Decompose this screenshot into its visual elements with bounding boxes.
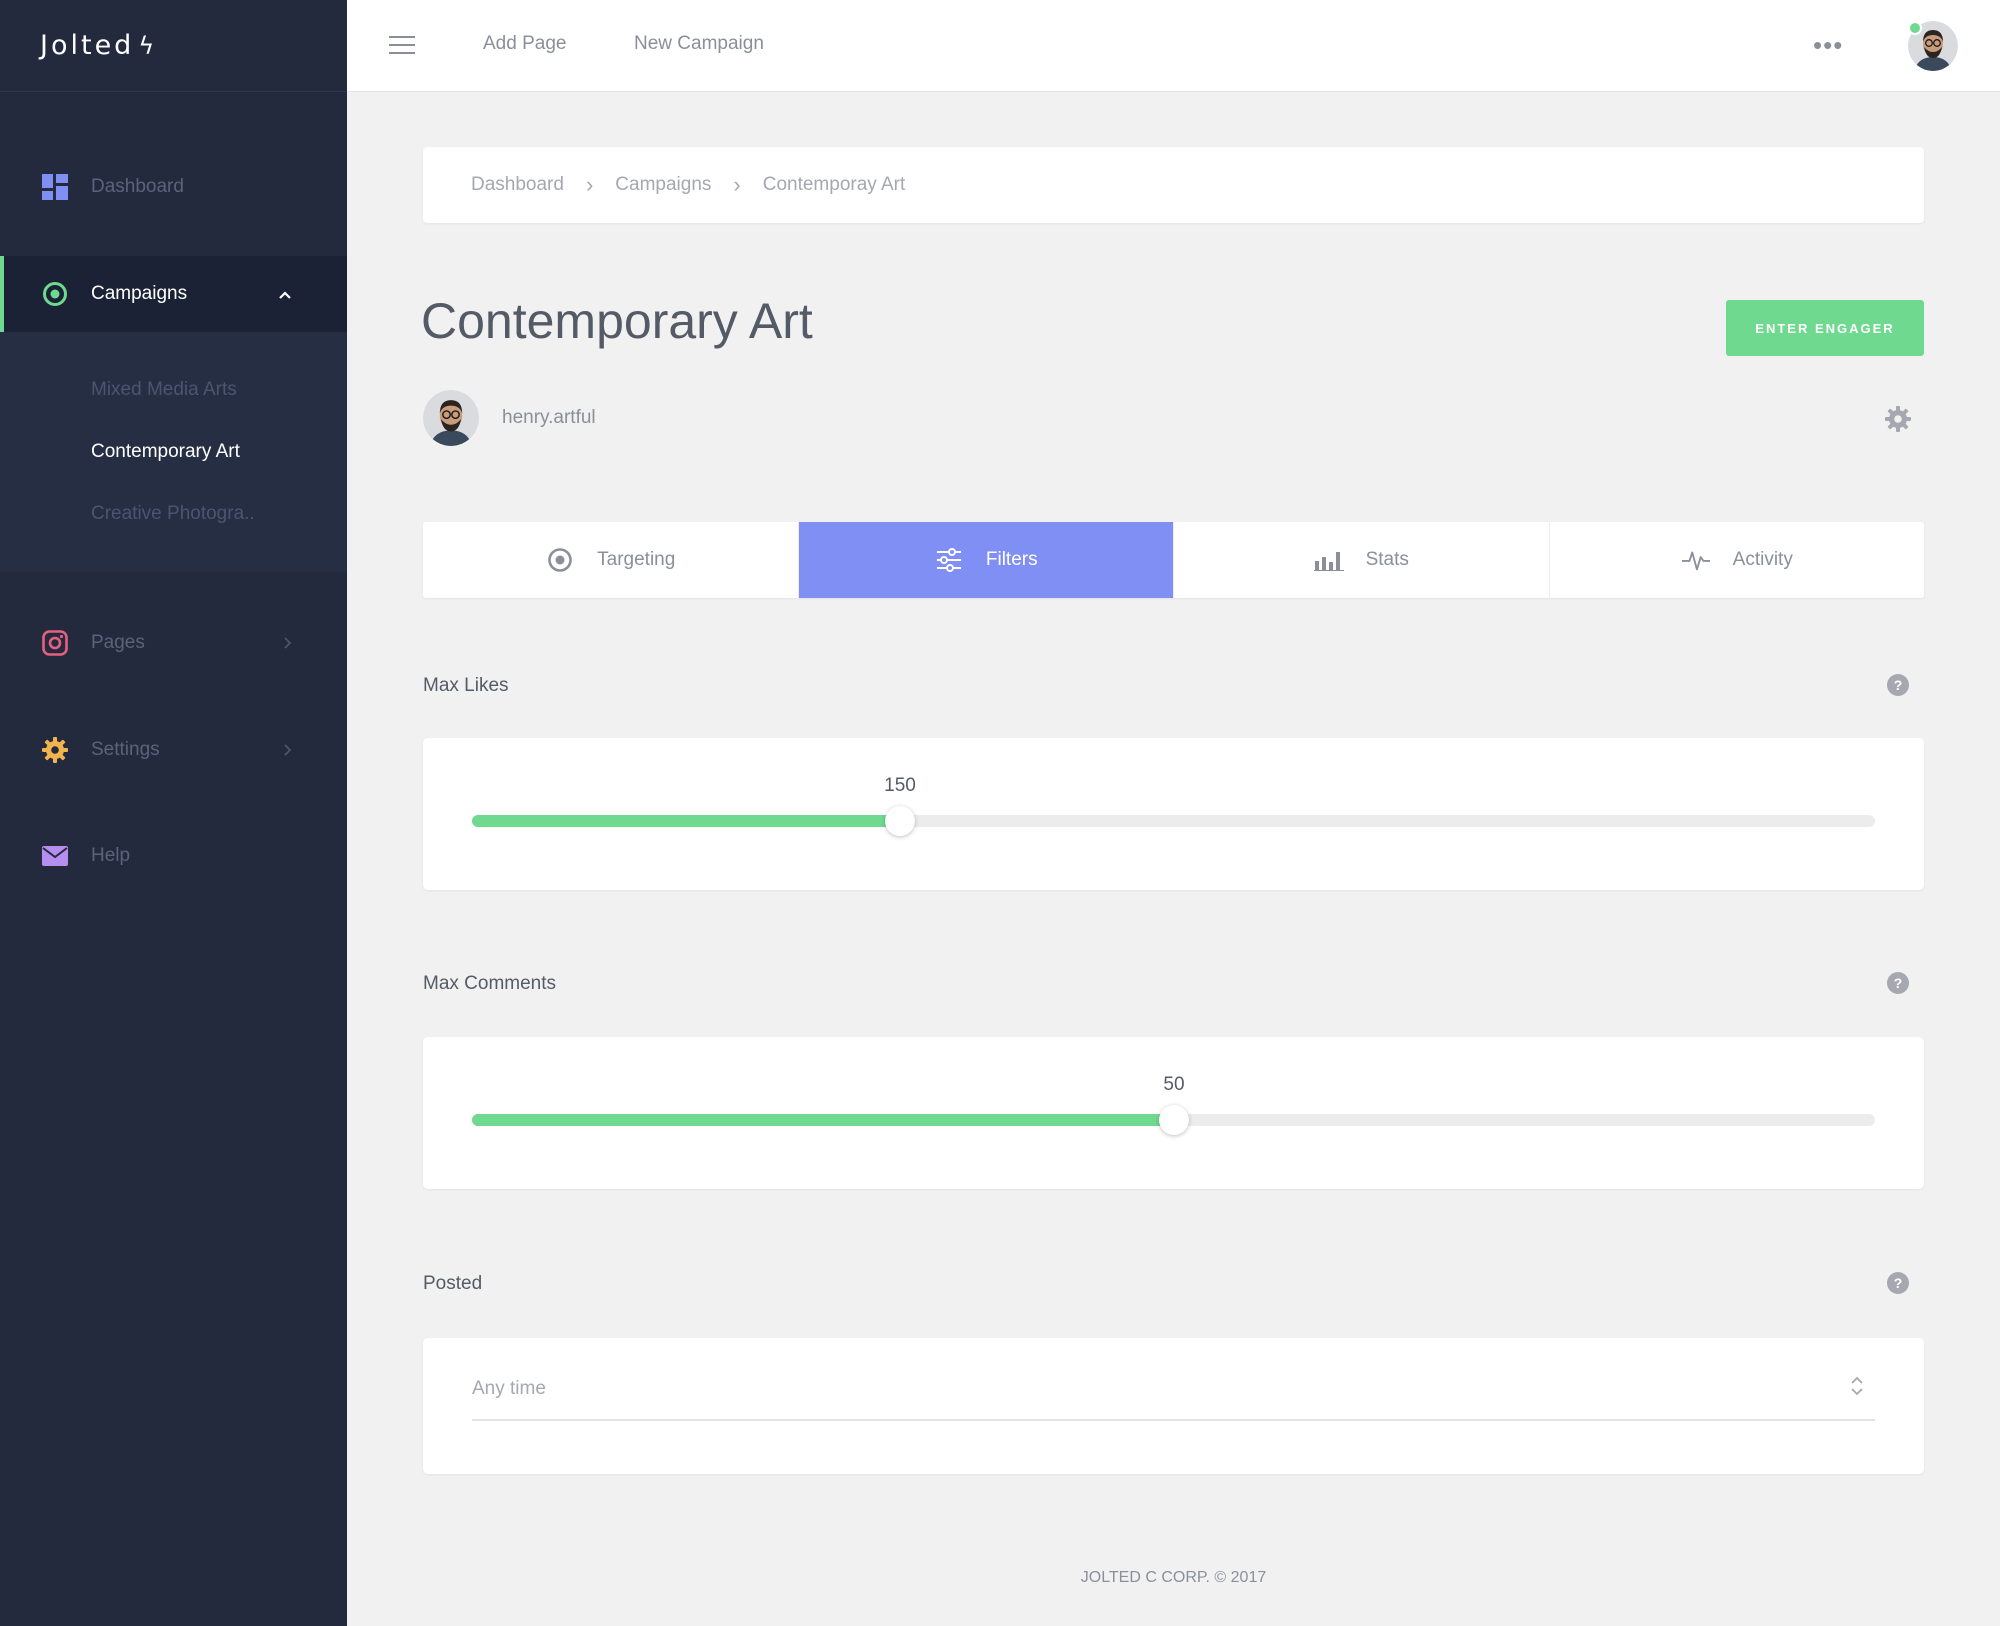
instagram-icon — [41, 629, 69, 657]
slider-thumb[interactable] — [1159, 1105, 1189, 1135]
sidebar-item-label: Help — [91, 845, 131, 866]
sidebar-item-label: Settings — [91, 739, 160, 760]
sidebar-item-pages[interactable]: Pages — [0, 605, 347, 681]
tab-label: Activity — [1732, 549, 1793, 570]
help-icon[interactable]: ? — [1887, 674, 1909, 696]
posted-select-value: Any time — [472, 1378, 546, 1399]
target-icon — [41, 280, 69, 308]
top-bar: Add Page New Campaign ••• — [347, 0, 2000, 92]
slider-thumb[interactable] — [885, 806, 915, 836]
add-page-link[interactable]: Add Page — [483, 33, 566, 55]
more-options-icon[interactable]: ••• — [1813, 30, 1843, 61]
sidebar-item-campaigns[interactable]: Campaigns — [0, 256, 347, 332]
posted-select[interactable]: Any time — [472, 1374, 1875, 1421]
max-comments-label: Max Comments — [423, 973, 557, 994]
max-comments-card: 50 — [423, 1037, 1924, 1189]
tab-stats[interactable]: Stats — [1174, 522, 1550, 598]
tab-activity[interactable]: Activity — [1550, 522, 1925, 598]
max-likes-value: 150 — [884, 775, 916, 796]
chevron-right-icon: › — [733, 172, 741, 197]
bolt-icon: ϟ — [138, 32, 158, 60]
online-status-dot — [1908, 21, 1922, 35]
sidebar-item-dashboard[interactable]: Dashboard — [0, 149, 347, 225]
hamburger-menu-icon[interactable] — [389, 36, 415, 56]
sidebar-item-label: Pages — [91, 632, 145, 653]
sidebar-item-help[interactable]: Help — [0, 818, 347, 894]
page-title: Contemporary Art — [421, 293, 813, 349]
logo-bar: Jolted ϟ — [0, 0, 347, 92]
breadcrumb: Dashboard › Campaigns › Contemporay Art — [423, 147, 1924, 223]
gear-icon — [41, 736, 69, 764]
sidebar-item-settings[interactable]: Settings — [0, 712, 347, 788]
submenu-item-contemporary-art[interactable]: Contemporary Art — [91, 441, 240, 463]
max-likes-card: 150 — [423, 738, 1924, 890]
sliders-icon — [934, 545, 964, 575]
pulse-icon — [1681, 545, 1711, 575]
posted-card: Any time — [423, 1338, 1924, 1474]
campaigns-submenu: Mixed Media Arts Contemporary Art Creati… — [0, 332, 347, 572]
chevron-right-icon — [283, 633, 292, 654]
avatar[interactable] — [423, 390, 479, 446]
mail-icon — [41, 842, 69, 870]
chevron-up-icon[interactable] — [279, 286, 291, 302]
breadcrumb-item-campaigns[interactable]: Campaigns — [615, 174, 711, 196]
select-arrows-icon — [1851, 1376, 1863, 1396]
max-comments-slider[interactable] — [472, 1105, 1875, 1135]
tab-filters[interactable]: Filters — [798, 522, 1174, 598]
bar-chart-icon — [1313, 545, 1344, 575]
gear-icon[interactable] — [1884, 405, 1912, 433]
footer: JOLTED C CORP. © 2017 — [1080, 1569, 1267, 1586]
max-comments-value: 50 — [1163, 1074, 1185, 1095]
breadcrumb-item-dashboard[interactable]: Dashboard — [471, 174, 564, 196]
submenu-item-creative-photography[interactable]: Creative Photogra.. — [91, 503, 255, 525]
dashboard-grid-icon — [41, 173, 69, 201]
breadcrumb-item-current: Contemporay Art — [762, 174, 906, 195]
help-icon[interactable]: ? — [1887, 1272, 1909, 1294]
campaign-tabs: Targeting Filters Stats Activity — [423, 522, 1924, 598]
max-likes-label: Max Likes — [423, 675, 509, 696]
tab-label: Stats — [1365, 549, 1409, 570]
sidebar-item-label: Dashboard — [91, 176, 184, 197]
posted-label: Posted — [423, 1273, 483, 1294]
new-campaign-link[interactable]: New Campaign — [634, 33, 764, 55]
tab-label: Filters — [985, 549, 1038, 570]
submenu-item-mixed-media-arts[interactable]: Mixed Media Arts — [91, 379, 237, 401]
app-logo-text: Jolted — [40, 30, 135, 61]
chevron-right-icon — [283, 740, 292, 761]
chevron-right-icon: › — [585, 172, 594, 197]
target-icon — [545, 545, 575, 575]
tab-targeting[interactable]: Targeting — [423, 522, 799, 598]
tab-label: Targeting — [597, 549, 676, 570]
sidebar-item-label: Campaigns — [91, 283, 188, 304]
max-likes-slider[interactable] — [472, 806, 1875, 836]
sidebar: Jolted ϟ Dashboard Campaigns Mixed Media … — [0, 0, 347, 1626]
slider-fill — [472, 1114, 1174, 1126]
slider-fill — [472, 815, 900, 827]
username: henry.artful — [502, 407, 596, 428]
enter-engager-button[interactable]: ENTER ENGAGER — [1726, 300, 1924, 356]
app-logo[interactable]: Jolted ϟ — [40, 30, 157, 61]
help-icon[interactable]: ? — [1887, 972, 1909, 994]
